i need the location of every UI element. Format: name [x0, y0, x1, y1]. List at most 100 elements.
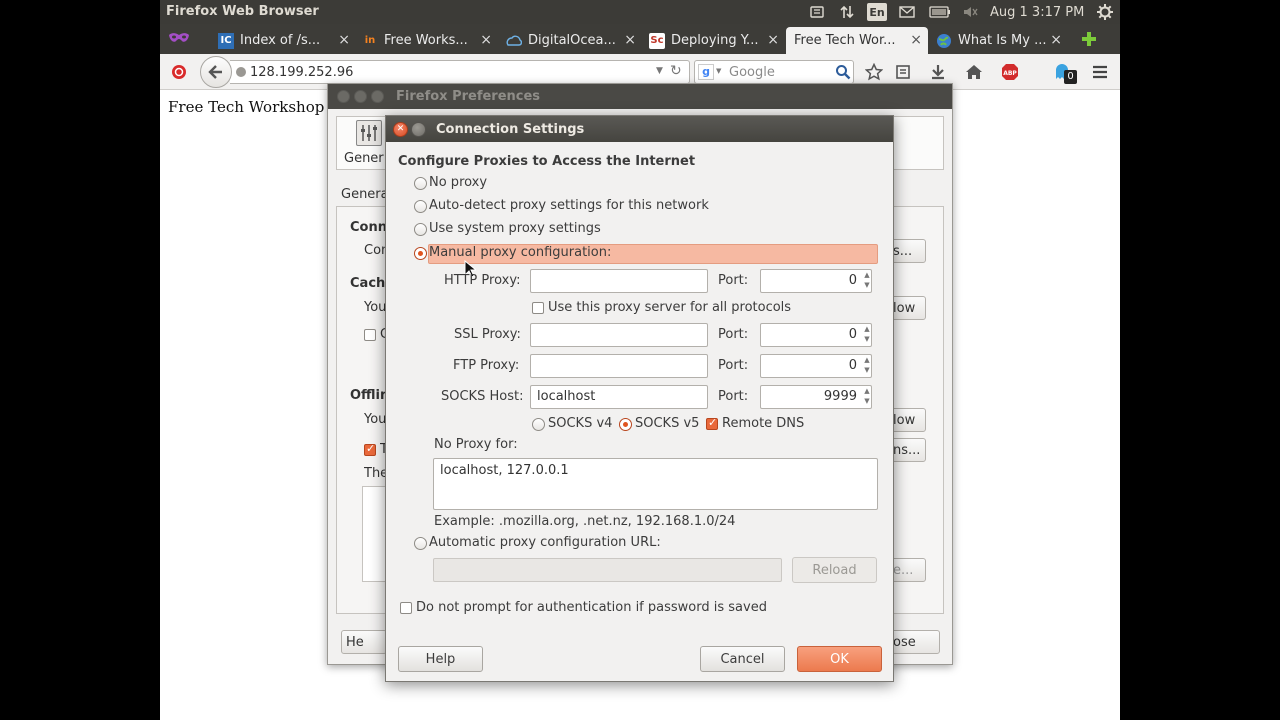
- ok-button[interactable]: OK: [797, 646, 882, 672]
- close-tab-icon[interactable]: ×: [1050, 32, 1062, 48]
- no-auth-prompt-checkbox[interactable]: [400, 602, 412, 614]
- cancel-button[interactable]: Cancel: [700, 646, 785, 672]
- http-port-field[interactable]: 0: [760, 269, 872, 293]
- volume-icon[interactable]: [960, 3, 980, 21]
- close-tab-icon[interactable]: ×: [338, 32, 350, 48]
- manual-proxy-label[interactable]: Manual proxy configuration:: [429, 245, 611, 260]
- page-content-text: Free Tech Workshop: [168, 98, 325, 116]
- system-proxy-radio[interactable]: [414, 223, 427, 236]
- clock[interactable]: Aug 1 3:17 PM: [990, 3, 1095, 21]
- no-proxy-for-textarea[interactable]: localhost, 127.0.0.1: [433, 458, 878, 510]
- http-port-stepper-icon[interactable]: ▲ ▼: [862, 270, 872, 292]
- no-proxy-radio[interactable]: [414, 177, 427, 190]
- connection-settings-dialog: ✕ Connection Settings Configure Proxies …: [385, 115, 894, 682]
- advanced-general-subtab[interactable]: Genera: [341, 187, 386, 202]
- ftp-proxy-field[interactable]: [530, 354, 708, 378]
- close-tab-icon[interactable]: ×: [480, 32, 492, 48]
- ftp-port-label: Port:: [718, 358, 749, 373]
- no-auth-prompt-label[interactable]: Do not prompt for authentication if pass…: [416, 600, 767, 615]
- battery-icon[interactable]: [928, 3, 952, 21]
- prefs-maximize-icon[interactable]: [371, 90, 384, 103]
- offline-heading: Offlin: [350, 388, 390, 403]
- svg-text:ABP: ABP: [1003, 70, 1017, 77]
- manual-proxy-radio[interactable]: [414, 247, 427, 260]
- search-icon[interactable]: [835, 64, 851, 84]
- bookmark-star-icon[interactable]: [864, 62, 884, 82]
- cache-override-checkbox[interactable]: [364, 329, 376, 341]
- search-bar[interactable]: g ▼ Google: [694, 60, 854, 84]
- auto-detect-radio[interactable]: [414, 200, 427, 213]
- socks-host-field[interactable]: localhost: [530, 385, 708, 409]
- keyboard-layout-indicator[interactable]: En: [867, 3, 887, 21]
- globe-favicon-icon: [936, 33, 952, 49]
- dialog-minimize-icon[interactable]: [411, 122, 426, 137]
- socks-port-stepper-icon[interactable]: ▲ ▼: [862, 386, 872, 408]
- prefs-close-icon[interactable]: [337, 90, 350, 103]
- socks-v4-label[interactable]: SOCKS v4: [548, 416, 612, 431]
- adblock-icon[interactable]: ABP: [1000, 62, 1020, 82]
- tab-free-tech-workshop[interactable]: Free Tech Wor... ×: [786, 27, 928, 54]
- hamburger-menu-icon[interactable]: [1090, 62, 1110, 82]
- tell-me-checkbox[interactable]: [364, 442, 376, 456]
- auto-proxy-url-radio[interactable]: [414, 537, 427, 550]
- back-button[interactable]: [200, 56, 232, 88]
- dropbox-icon[interactable]: [808, 3, 826, 21]
- socks-v5-radio[interactable]: [619, 418, 632, 431]
- close-tab-icon[interactable]: ×: [910, 32, 922, 48]
- remote-dns-checkbox[interactable]: [706, 416, 718, 430]
- home-icon[interactable]: [964, 62, 984, 82]
- downloads-icon[interactable]: [928, 62, 948, 82]
- preferences-title: Firefox Preferences: [396, 89, 541, 104]
- socks-v5-label[interactable]: SOCKS v5: [635, 416, 699, 431]
- addon-red-icon[interactable]: [169, 62, 189, 82]
- auto-detect-label[interactable]: Auto-detect proxy settings for this netw…: [429, 198, 709, 213]
- ssl-proxy-field[interactable]: [530, 323, 708, 347]
- close-tab-icon[interactable]: ×: [767, 32, 779, 48]
- close-tab-icon[interactable]: ×: [624, 32, 636, 48]
- google-engine-icon[interactable]: g: [698, 64, 714, 80]
- prefs-minimize-icon[interactable]: [354, 90, 367, 103]
- ssl-port-label: Port:: [718, 327, 749, 342]
- remote-dns-label[interactable]: Remote DNS: [722, 416, 804, 431]
- url-text[interactable]: 128.199.252.96: [250, 65, 353, 80]
- dialog-title: Connection Settings: [436, 122, 585, 137]
- help-button[interactable]: Help: [398, 646, 483, 672]
- ssl-port-field[interactable]: 0: [760, 323, 872, 347]
- socks-port-field[interactable]: 9999: [760, 385, 872, 409]
- prefs-help-button[interactable]: He: [341, 630, 387, 654]
- prefs-close-button[interactable]: ose: [888, 630, 940, 654]
- general-pane-label[interactable]: Genera: [344, 151, 384, 166]
- new-tab-plus-icon[interactable]: [1080, 30, 1098, 48]
- socks-v4-radio[interactable]: [532, 418, 545, 431]
- auto-proxy-url-label[interactable]: Automatic proxy configuration URL:: [429, 535, 661, 550]
- http-proxy-field[interactable]: [530, 269, 708, 293]
- auto-proxy-url-field[interactable]: [433, 558, 782, 582]
- ftp-port-stepper-icon[interactable]: ▲ ▼: [862, 355, 872, 377]
- tab-index-of[interactable]: IC Index of /s... ×: [218, 27, 356, 54]
- mail-icon[interactable]: [897, 3, 917, 21]
- url-history-dropdown-icon[interactable]: ▼: [656, 66, 663, 76]
- site-identity-globe-icon[interactable]: [235, 66, 247, 82]
- system-proxy-label[interactable]: Use system proxy settings: [429, 221, 601, 236]
- engine-dropdown-icon[interactable]: ▼: [716, 67, 721, 75]
- bookmarks-menu-icon[interactable]: [893, 62, 913, 82]
- url-bar[interactable]: 128.199.252.96 ▼ ↻: [230, 60, 690, 84]
- ict-favicon-icon: IC: [218, 32, 234, 49]
- gear-icon[interactable]: [1095, 3, 1115, 21]
- tab-free-works[interactable]: in Free Works... ×: [362, 27, 498, 54]
- reload-icon[interactable]: ↻: [670, 63, 682, 79]
- ssl-port-stepper-icon[interactable]: ▲ ▼: [862, 324, 872, 346]
- dialog-close-icon[interactable]: ✕: [393, 122, 408, 137]
- reload-pac-button[interactable]: Reload: [792, 557, 877, 583]
- network-arrows-icon[interactable]: [837, 3, 857, 21]
- share-proxy-checkbox[interactable]: [532, 302, 544, 314]
- tab-label: Free Tech Wor...: [794, 33, 896, 48]
- no-proxy-label[interactable]: No proxy: [429, 175, 487, 190]
- proxy-config-heading: Configure Proxies to Access the Internet: [398, 154, 696, 169]
- tab-deploying[interactable]: Sc Deploying Y... ×: [649, 27, 785, 54]
- tab-what-is-my[interactable]: What Is My ... ×: [936, 27, 1068, 54]
- share-proxy-label[interactable]: Use this proxy server for all protocols: [548, 300, 791, 315]
- tab-digitalocean[interactable]: DigitalOcea... ×: [506, 27, 642, 54]
- ftp-port-field[interactable]: 0: [760, 354, 872, 378]
- general-pane-sliders-icon[interactable]: [356, 120, 382, 146]
